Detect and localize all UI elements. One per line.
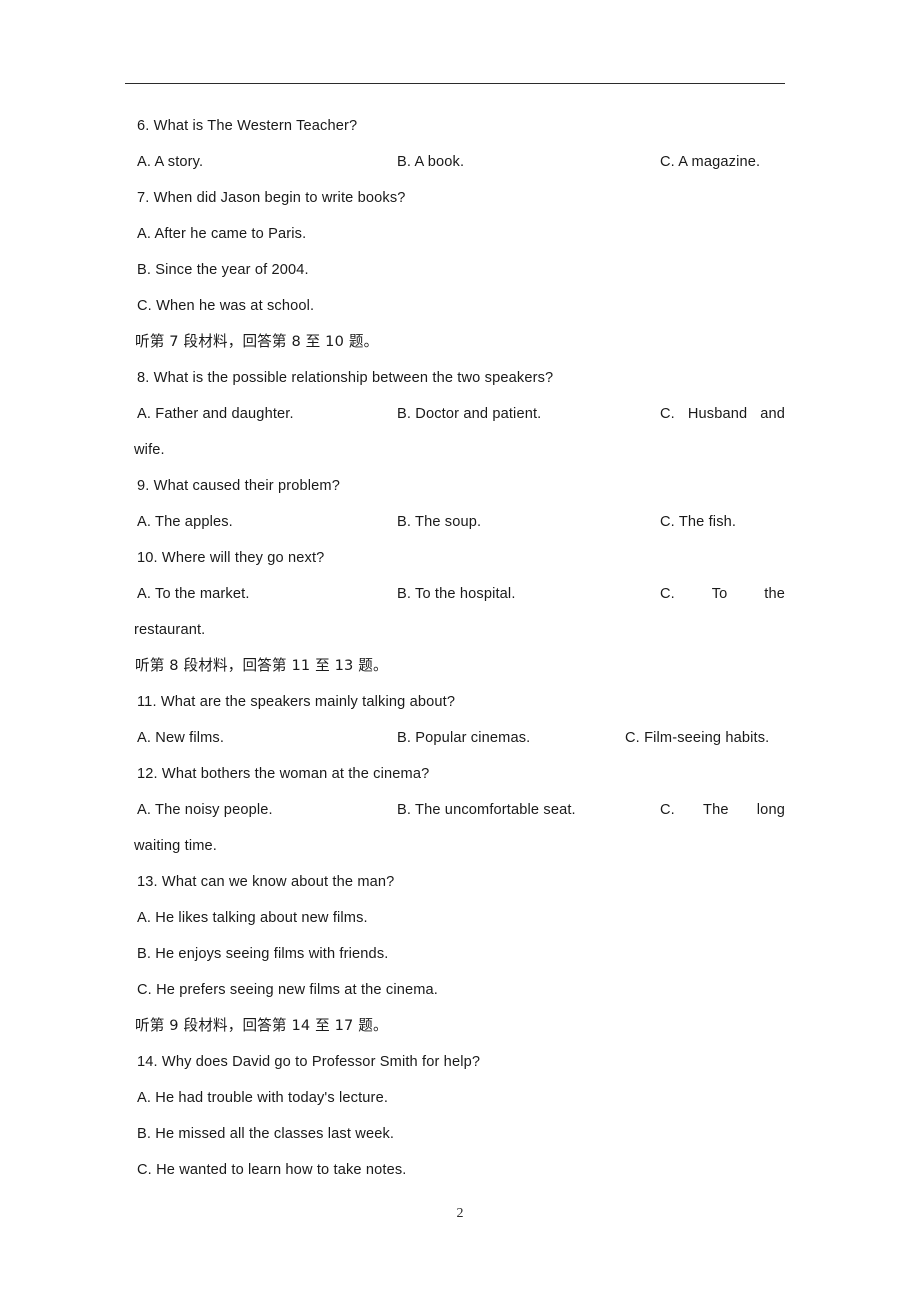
text-line: C. He wanted to learn how to take notes. — [125, 1152, 785, 1188]
text-line: A. The apples. B. The soup. C. The fish. — [125, 504, 785, 540]
text-line: 10. Where will they go next? — [125, 540, 785, 576]
option-c-word: C. — [660, 406, 675, 422]
option-c-word: the — [764, 586, 785, 602]
option-a: A. After he came to Paris. — [137, 226, 307, 242]
option-b: B. To the hospital. — [397, 586, 516, 602]
option-a: B. Since the year of 2004. — [137, 262, 309, 278]
option-c-word: To — [711, 586, 728, 602]
option-c-word: The — [703, 802, 729, 818]
section-instruction-cjk: 听第 9 段材料，回答第 14 至 17 题。 — [135, 1017, 388, 1034]
text-line: 9. What caused their problem? — [125, 468, 785, 504]
option-a: B. He enjoys seeing films with friends. — [137, 946, 389, 962]
text-line: A. He likes talking about new films. — [125, 900, 785, 936]
text-line: 8. What is the possible relationship bet… — [125, 360, 785, 396]
option-c-word: and — [760, 406, 785, 422]
text-line: 11. What are the speakers mainly talking… — [125, 684, 785, 720]
text-line: 12. What bothers the woman at the cinema… — [125, 756, 785, 792]
text-line: 听第 7 段材料，回答第 8 至 10 题。 — [125, 324, 785, 360]
question-stem: 11. What are the speakers mainly talking… — [137, 694, 456, 710]
option-c-word: C. — [660, 802, 675, 818]
option-b: B. Popular cinemas. — [397, 730, 531, 746]
text-line: A. A story. B. A book. C. A magazine. — [125, 144, 785, 180]
option-c: C. The fish. — [660, 514, 737, 530]
text-line: A. Father and daughter. B. Doctor and pat… — [125, 396, 785, 432]
question-stem: 7. When did Jason begin to write books? — [137, 190, 406, 206]
question-stem: 14. Why does David go to Professor Smith… — [137, 1054, 481, 1070]
text-line: 6. What is The Western Teacher? — [125, 108, 785, 144]
option-continuation-text: wife. — [134, 442, 165, 458]
text-line: A. To the market. B. To the hospital. C. To… — [125, 576, 785, 612]
option-b: B. Doctor and patient. — [397, 406, 542, 422]
option-a: A. He had trouble with today's lecture. — [137, 1090, 389, 1106]
text-line: A. The noisy people. B. The uncomfortable… — [125, 792, 785, 828]
option-a: C. He wanted to learn how to take notes. — [137, 1162, 407, 1178]
text-line: 13. What can we know about the man? — [125, 864, 785, 900]
page-number: 2 — [456, 1206, 464, 1221]
document-page: 6. What is The Western Teacher? A. A stor… — [0, 0, 920, 1302]
option-a: A. He likes talking about new films. — [137, 910, 368, 926]
text-line: A. He had trouble with today's lecture. — [125, 1080, 785, 1116]
text-line: A. After he came to Paris. — [125, 216, 785, 252]
text-line: 7. When did Jason begin to write books? — [125, 180, 785, 216]
question-stem: 10. Where will they go next? — [137, 550, 325, 566]
option-a: A. New films. — [137, 730, 225, 746]
text-line: waiting time. — [125, 828, 785, 864]
option-continuation-text: waiting time. — [134, 838, 218, 854]
option-c-word: Husband — [687, 406, 748, 422]
option-a: A. To the market. — [137, 586, 250, 602]
option-a: C. He prefers seeing new films at the ci… — [137, 982, 439, 998]
text-line: 听第 8 段材料，回答第 11 至 13 题。 — [125, 648, 785, 684]
text-line: 听第 9 段材料，回答第 14 至 17 题。 — [125, 1008, 785, 1044]
text-line: A. New films. B. Popular cinemas. C. Film-… — [125, 720, 785, 756]
option-c-word: long — [756, 802, 785, 818]
page-header-rule — [125, 83, 785, 84]
option-a: B. He missed all the classes last week. — [137, 1126, 395, 1142]
text-line: B. He enjoys seeing films with friends. — [125, 936, 785, 972]
option-c-justified: C. Husband and — [660, 396, 785, 432]
text-line: C. He prefers seeing new films at the ci… — [125, 972, 785, 1008]
text-line: B. He missed all the classes last week. — [125, 1116, 785, 1152]
text-line: 14. Why does David go to Professor Smith… — [125, 1044, 785, 1080]
option-c: C. Film-seeing habits. — [625, 730, 770, 746]
option-a: A. The apples. — [137, 514, 233, 530]
text-line: B. Since the year of 2004. — [125, 252, 785, 288]
option-b: B. The uncomfortable seat. — [397, 802, 576, 818]
question-stem: 13. What can we know about the man? — [137, 874, 395, 890]
option-b: B. A book. — [397, 154, 465, 170]
text-line: C. When he was at school. — [125, 288, 785, 324]
option-continuation-text: restaurant. — [134, 622, 206, 638]
section-instruction-cjk: 听第 8 段材料，回答第 11 至 13 题。 — [135, 657, 388, 674]
option-a: A. A story. — [137, 154, 204, 170]
question-stem: 6. What is The Western Teacher? — [137, 118, 358, 134]
option-a: A. Father and daughter. — [137, 406, 294, 422]
option-c-justified: C. To the — [660, 576, 785, 612]
option-a: C. When he was at school. — [137, 298, 315, 314]
option-a: A. The noisy people. — [137, 802, 273, 818]
section-instruction-cjk: 听第 7 段材料，回答第 8 至 10 题。 — [135, 333, 379, 350]
text-line: restaurant. — [125, 612, 785, 648]
text-line: wife. — [125, 432, 785, 468]
option-c-justified: C. The long — [660, 792, 785, 828]
question-stem: 12. What bothers the woman at the cinema… — [137, 766, 430, 782]
option-c: C. A magazine. — [660, 154, 761, 170]
option-b: B. The soup. — [397, 514, 482, 530]
option-c-word: C. — [660, 586, 675, 602]
exam-question-body: 6. What is The Western Teacher? A. A stor… — [125, 108, 785, 1188]
question-stem: 8. What is the possible relationship bet… — [137, 370, 554, 386]
question-stem: 9. What caused their problem? — [137, 478, 340, 494]
